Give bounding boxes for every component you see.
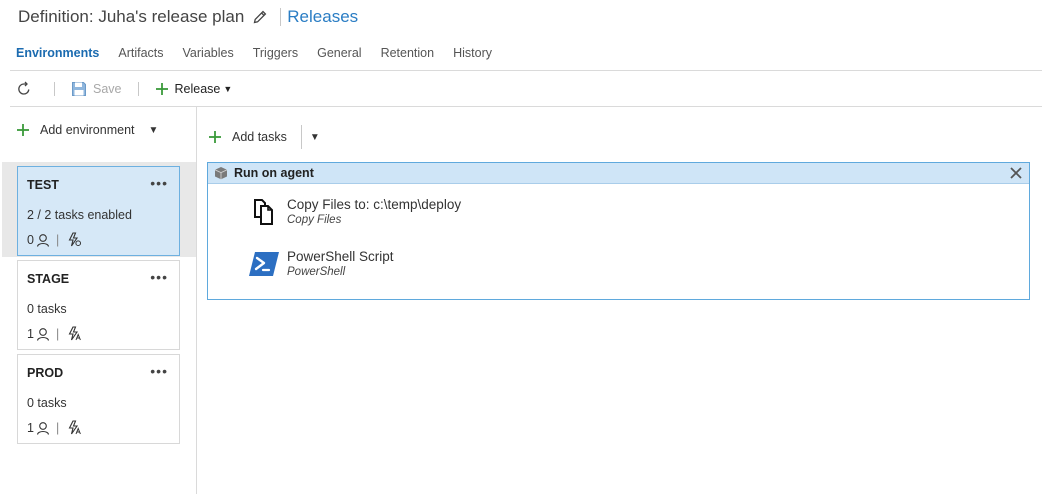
toolbar-divider <box>54 82 55 96</box>
deployment-trigger-icon <box>68 420 82 435</box>
chevron-down-icon[interactable]: ▼ <box>310 132 320 143</box>
header-divider <box>280 8 282 26</box>
close-icon[interactable] <box>1008 165 1024 186</box>
tab-variables[interactable]: Variables <box>183 46 234 62</box>
environment-meta: 0 | <box>27 232 82 247</box>
task-item-copy-files[interactable]: Copy Files to: c:\temp\deploy Copy Files <box>248 197 461 228</box>
task-type: PowerShell <box>287 266 346 278</box>
add-tasks-label: Add tasks <box>232 130 287 144</box>
more-options-icon[interactable]: ••• <box>150 363 168 379</box>
phase-header[interactable]: Run on agent <box>208 163 1029 184</box>
environment-name: PROD <box>27 366 64 380</box>
meta-divider: | <box>55 232 60 247</box>
person-icon <box>36 233 49 247</box>
page-header: Definition: Juha's release plan Releases <box>18 6 358 28</box>
task-text: Copy Files to: c:\temp\deploy Copy Files <box>287 197 461 228</box>
meta-divider: | <box>55 420 60 435</box>
person-icon <box>36 421 49 435</box>
agent-box-icon <box>214 167 228 180</box>
environment-card-test[interactable]: TEST ••• 2 / 2 tasks enabled 0 | <box>17 166 180 256</box>
deployment-trigger-icon <box>68 326 82 341</box>
approver-count: 0 <box>27 232 34 247</box>
environment-name: TEST <box>27 178 59 192</box>
tab-history[interactable]: History <box>453 46 492 62</box>
definition-tabs: Environments Artifacts Variables Trigger… <box>16 46 511 62</box>
plus-icon <box>155 83 168 95</box>
save-icon <box>72 82 86 96</box>
more-options-icon[interactable]: ••• <box>150 269 168 285</box>
agent-phase: Run on agent Copy Files to: c:\temp\depl… <box>207 162 1030 300</box>
tasks-pane: Add tasks ▼ Run on agent Copy Files to: … <box>197 107 1042 494</box>
environments-pane: Add environment ▼ TEST ••• 2 / 2 tasks e… <box>0 107 196 494</box>
releases-link[interactable]: Releases <box>287 7 358 27</box>
plus-icon <box>209 131 221 143</box>
tab-general[interactable]: General <box>317 46 361 62</box>
environment-card-prod[interactable]: PROD ••• 0 tasks 1 | <box>17 354 180 444</box>
refresh-icon <box>18 81 30 95</box>
copy-files-icon <box>248 197 280 227</box>
environment-task-count: 0 tasks <box>27 396 67 410</box>
more-options-icon[interactable]: ••• <box>150 175 168 191</box>
page-title: Definition: Juha's release plan <box>18 7 245 26</box>
add-environment-button[interactable]: Add environment ▼ <box>16 123 158 137</box>
add-tasks-divider <box>300 125 302 149</box>
task-name: PowerShell Script <box>287 249 394 264</box>
release-button[interactable]: Release ▼ <box>155 82 233 96</box>
tab-retention[interactable]: Retention <box>381 46 435 62</box>
person-icon <box>36 327 49 341</box>
tabs-divider <box>10 70 1042 71</box>
environment-card-stage[interactable]: STAGE ••• 0 tasks 1 | <box>17 260 180 350</box>
environment-task-count: 0 tasks <box>27 302 67 316</box>
save-button[interactable]: Save <box>71 81 122 97</box>
tab-environments[interactable]: Environments <box>16 46 99 62</box>
toolbar-divider <box>137 82 139 96</box>
pencil-icon[interactable] <box>252 9 268 25</box>
environment-name: STAGE <box>27 272 70 286</box>
task-text: PowerShell Script PowerShell <box>287 249 394 280</box>
meta-divider: | <box>55 326 60 341</box>
task-name: Copy Files to: c:\temp\deploy <box>287 197 462 212</box>
approver-count: 1 <box>27 420 34 435</box>
add-tasks-bar: Add tasks ▼ <box>208 125 320 149</box>
add-environment-label: Add environment <box>40 123 135 137</box>
tab-triggers[interactable]: Triggers <box>253 46 298 62</box>
phase-title: Run on agent <box>234 166 314 180</box>
tab-artifacts[interactable]: Artifacts <box>118 46 163 62</box>
approver-count: 1 <box>27 326 34 341</box>
deployment-trigger-icon <box>68 232 82 247</box>
environment-meta: 1 | <box>27 420 82 435</box>
plus-icon <box>17 124 29 136</box>
task-type: Copy Files <box>287 214 342 226</box>
add-tasks-button[interactable]: Add tasks <box>208 130 287 144</box>
refresh-button[interactable] <box>16 81 38 97</box>
environment-task-count: 2 / 2 tasks enabled <box>27 208 132 222</box>
chevron-down-icon[interactable]: ▼ <box>149 125 159 136</box>
toolbar: Save Release ▼ <box>16 79 232 99</box>
chevron-down-icon: ▼ <box>223 84 233 94</box>
powershell-icon <box>248 249 280 279</box>
release-label: Release <box>174 82 221 96</box>
task-item-powershell[interactable]: PowerShell Script PowerShell <box>248 249 394 280</box>
environment-meta: 1 | <box>27 326 82 341</box>
save-label: Save <box>93 82 122 96</box>
